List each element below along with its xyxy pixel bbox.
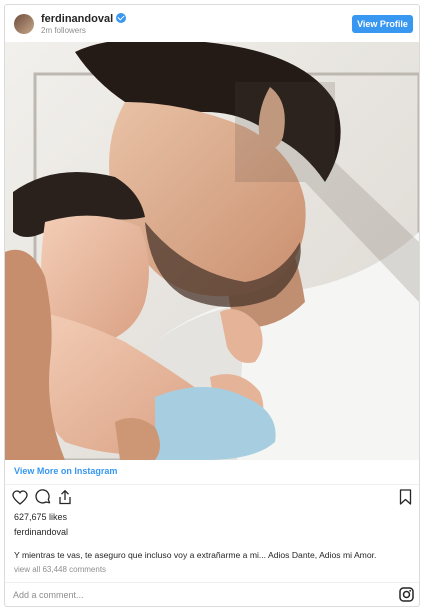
avatar[interactable]	[14, 14, 34, 34]
view-profile-button[interactable]: View Profile	[352, 15, 413, 33]
instagram-embed-card: ferdinandoval 2m followers View Profile	[4, 4, 420, 607]
view-more-link[interactable]: View More on Instagram	[14, 466, 117, 476]
view-all-comments-link[interactable]: view all 63,448 comments	[14, 565, 106, 574]
username-link[interactable]: ferdinandoval	[41, 13, 127, 25]
bookmark-icon[interactable]	[399, 489, 412, 505]
post-photo[interactable]	[5, 42, 419, 460]
likes-count[interactable]: 627,675 likes	[14, 512, 67, 522]
instagram-logo-icon[interactable]	[399, 587, 414, 602]
comment-row	[5, 582, 419, 608]
view-more-row: View More on Instagram	[5, 460, 419, 485]
heart-icon[interactable]	[12, 490, 28, 505]
comment-icon[interactable]	[35, 489, 51, 505]
share-icon[interactable]	[57, 489, 73, 505]
verified-badge-icon	[116, 13, 127, 23]
add-comment-input[interactable]	[13, 587, 373, 603]
post-header: ferdinandoval 2m followers View Profile	[5, 5, 419, 42]
follower-count: 2m followers	[41, 26, 86, 35]
post-photo-image	[5, 42, 419, 460]
post-caption: Y mientras te vas, te aseguro que inclus…	[14, 550, 377, 560]
owner-username[interactable]: ferdinandoval	[14, 527, 68, 537]
username-text: ferdinandoval	[41, 13, 114, 25]
